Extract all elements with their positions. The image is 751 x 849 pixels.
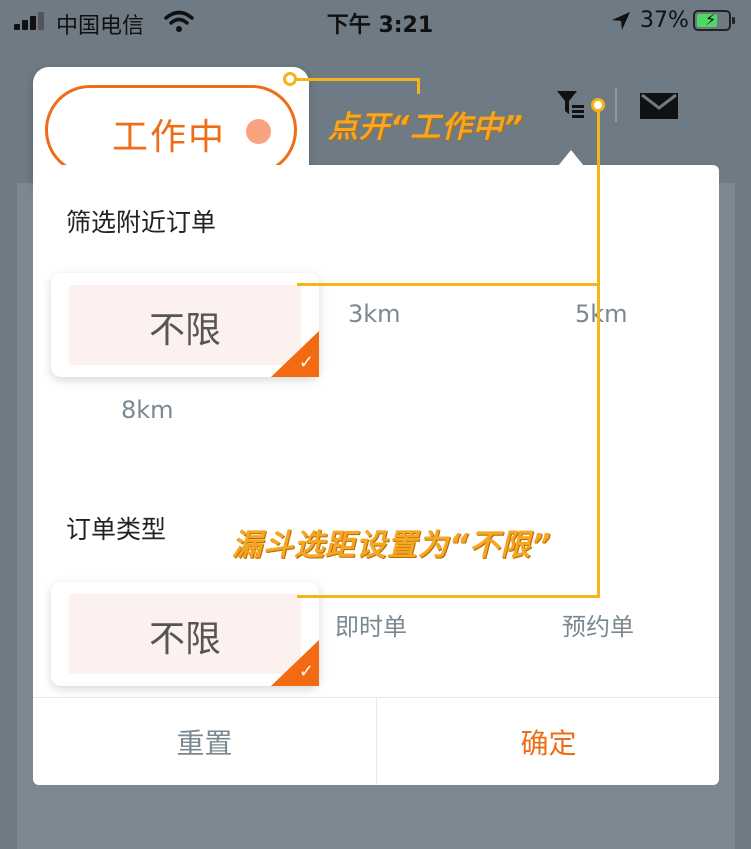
- distance-option-label: 不限: [148, 310, 221, 351]
- distance-option-5km[interactable]: 5km: [575, 300, 628, 328]
- battery-icon: ⚡: [693, 10, 735, 31]
- order-type-option-unlimited[interactable]: 不限 ✓: [51, 582, 319, 686]
- distance-section-title: 筛选附近订单: [66, 208, 217, 237]
- order-type-option-label: 不限: [148, 619, 221, 660]
- dropdown-pointer: [558, 150, 584, 166]
- filter-icon[interactable]: [555, 88, 587, 120]
- annotation-tip-open-status: 点开“工作中”: [328, 110, 524, 145]
- annotation-node: [591, 98, 605, 112]
- carrier-name: 中国电信: [56, 14, 145, 39]
- header-divider: [615, 88, 617, 122]
- annotation-line: [417, 78, 420, 94]
- battery-percent: 37%: [640, 8, 689, 33]
- reset-button[interactable]: 重置: [33, 698, 376, 785]
- annotation-line: [597, 112, 600, 598]
- work-status-label: 工作中: [112, 116, 227, 157]
- work-status-toggle[interactable]: 工作中: [45, 85, 297, 175]
- distance-option-unlimited[interactable]: 不限 ✓: [51, 273, 319, 377]
- status-bar: 中国电信 下午 3:21 37% ⚡: [0, 0, 751, 44]
- clock: 下午 3:21: [326, 13, 434, 38]
- signal-icon: [14, 12, 48, 30]
- annotation-line: [297, 595, 600, 598]
- confirm-button[interactable]: 确定: [377, 698, 720, 785]
- distance-option-8km[interactable]: 8km: [121, 396, 174, 424]
- order-type-section-title: 订单类型: [66, 515, 167, 544]
- annotation-node: [283, 72, 297, 86]
- check-icon: ✓: [298, 661, 314, 682]
- annotation-line: [297, 283, 600, 286]
- order-type-option-reserved[interactable]: 预约单: [562, 607, 634, 642]
- annotation-tip-set-unlimited: 漏斗选距设置为“不限”: [232, 528, 552, 563]
- distance-option-3km[interactable]: 3km: [348, 300, 401, 328]
- status-dot: [246, 119, 271, 144]
- check-icon: ✓: [298, 352, 314, 373]
- order-type-option-instant[interactable]: 即时单: [335, 607, 407, 642]
- annotation-line: [297, 78, 419, 81]
- wifi-icon: [164, 10, 194, 32]
- filter-dropdown: 筛选附近订单 不限 ✓ 3km 5km 8km 订单类型 不限 ✓ 即时单 预约…: [33, 165, 719, 785]
- location-arrow-icon: [612, 12, 630, 30]
- mail-icon[interactable]: [640, 93, 678, 119]
